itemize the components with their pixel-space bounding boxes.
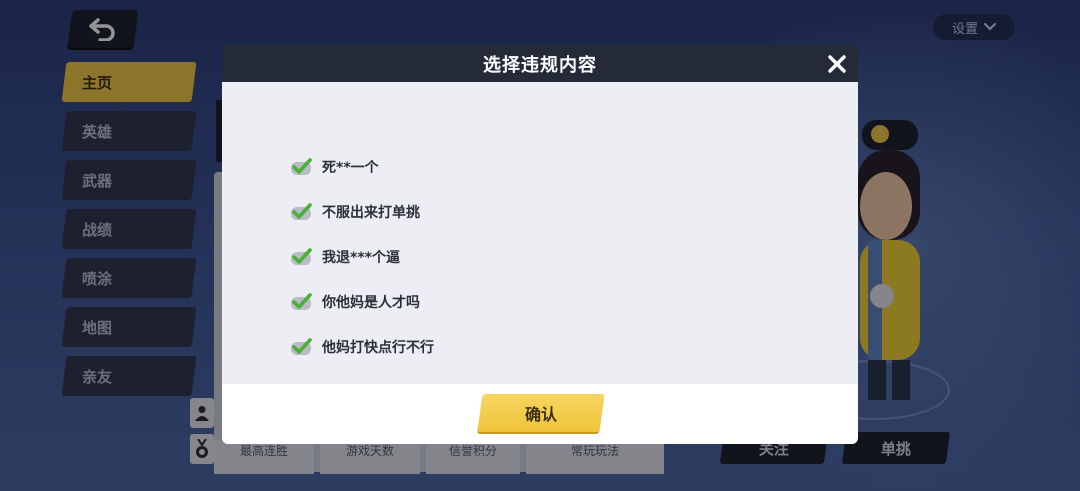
checkbox-checked-icon[interactable] bbox=[290, 338, 312, 356]
checkbox-checked-icon[interactable] bbox=[290, 158, 312, 176]
confirm-label: 确认 bbox=[524, 405, 557, 424]
option-label: 我退***个逼 bbox=[322, 250, 400, 266]
violation-option[interactable]: 我退***个逼 bbox=[290, 245, 400, 269]
violation-option[interactable]: 不服出来打单挑 bbox=[290, 200, 420, 224]
dialog-header: 选择违规内容 bbox=[222, 44, 858, 84]
close-icon bbox=[828, 55, 846, 73]
dialog-footer: 确认 bbox=[222, 384, 858, 444]
confirm-button[interactable]: 确认 bbox=[477, 394, 605, 432]
dialog-title: 选择违规内容 bbox=[483, 55, 597, 76]
option-label: 你他妈是人才吗 bbox=[322, 295, 420, 311]
checkbox-checked-icon[interactable] bbox=[290, 248, 312, 266]
checkbox-checked-icon[interactable] bbox=[290, 293, 312, 311]
report-dialog: 选择违规内容 死**一个 不服出来打单挑 我退***个逼 你他妈是人才吗 他妈打… bbox=[222, 44, 858, 444]
close-button[interactable] bbox=[822, 49, 852, 79]
dialog-body: 死**一个 不服出来打单挑 我退***个逼 你他妈是人才吗 他妈打快点行不行 bbox=[222, 82, 858, 384]
option-label: 不服出来打单挑 bbox=[322, 205, 420, 221]
option-label: 他妈打快点行不行 bbox=[322, 340, 434, 356]
violation-option[interactable]: 他妈打快点行不行 bbox=[290, 335, 434, 359]
violation-option[interactable]: 你他妈是人才吗 bbox=[290, 290, 420, 314]
option-label: 死**一个 bbox=[322, 160, 379, 176]
checkbox-checked-icon[interactable] bbox=[290, 203, 312, 221]
violation-option[interactable]: 死**一个 bbox=[290, 155, 379, 179]
